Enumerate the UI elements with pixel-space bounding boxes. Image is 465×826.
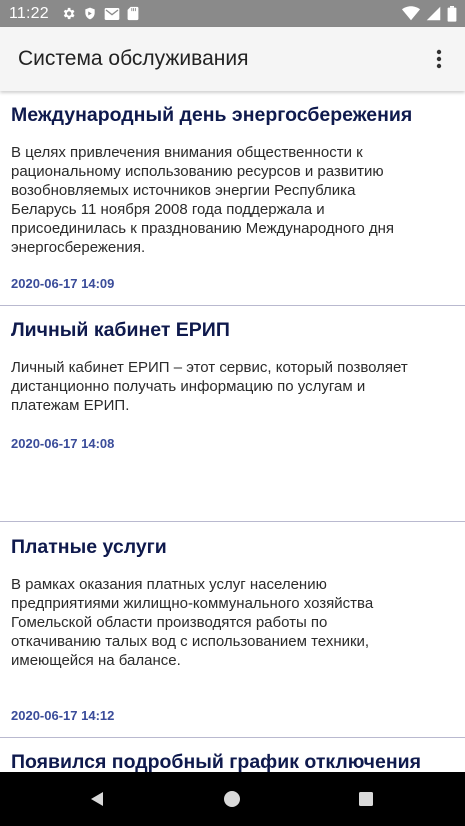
wifi-icon: [402, 6, 420, 21]
home-icon: [224, 791, 240, 807]
more-vertical-icon: [436, 49, 442, 69]
app-title: Система обслуживания: [18, 47, 249, 70]
news-date: 2020-06-17 14:08: [11, 436, 115, 451]
app-bar: Система обслуживания: [0, 27, 465, 91]
news-title: Появился подробный график отключения: [11, 751, 421, 772]
news-date: 2020-06-17 14:09: [11, 276, 115, 291]
back-icon: [91, 792, 103, 806]
news-title: Личный кабинет ЕРИП: [11, 319, 230, 341]
shield-icon: [83, 6, 97, 21]
news-date: 2020-06-17 14:12: [11, 708, 115, 723]
status-notification-icons: [61, 6, 139, 21]
recents-icon: [359, 792, 373, 806]
news-text: В целях привлечения внимания общественно…: [11, 144, 395, 256]
status-system-icons: [402, 5, 457, 22]
status-bar: 11:22: [0, 0, 465, 27]
news-item[interactable]: Платные услуги В рамках оказания платных…: [0, 522, 465, 738]
home-button[interactable]: [221, 788, 243, 810]
signal-icon: [426, 6, 441, 21]
status-time: 11:22: [9, 4, 49, 22]
news-text: В рамках оказания платных услуг населени…: [11, 576, 374, 669]
news-title: Международный день энергосбережения: [11, 104, 413, 126]
battery-icon: [447, 5, 457, 22]
overflow-menu-button[interactable]: [427, 47, 451, 71]
news-item[interactable]: Личный кабинет ЕРИП Личный кабинет ЕРИП …: [0, 306, 465, 522]
recents-button[interactable]: [355, 788, 377, 810]
news-list[interactable]: Международный день энергосбережения В це…: [0, 91, 465, 772]
news-item[interactable]: Международный день энергосбережения В це…: [0, 91, 465, 306]
news-text: Личный кабинет ЕРИП – этот сервис, котор…: [11, 359, 408, 414]
sdcard-icon: [127, 6, 139, 21]
back-button[interactable]: [86, 788, 108, 810]
news-item[interactable]: Появился подробный график отключения: [0, 738, 465, 772]
gear-icon: [61, 6, 76, 21]
navigation-bar: [0, 772, 465, 826]
mail-icon: [104, 7, 120, 21]
news-title: Платные услуги: [11, 536, 167, 558]
